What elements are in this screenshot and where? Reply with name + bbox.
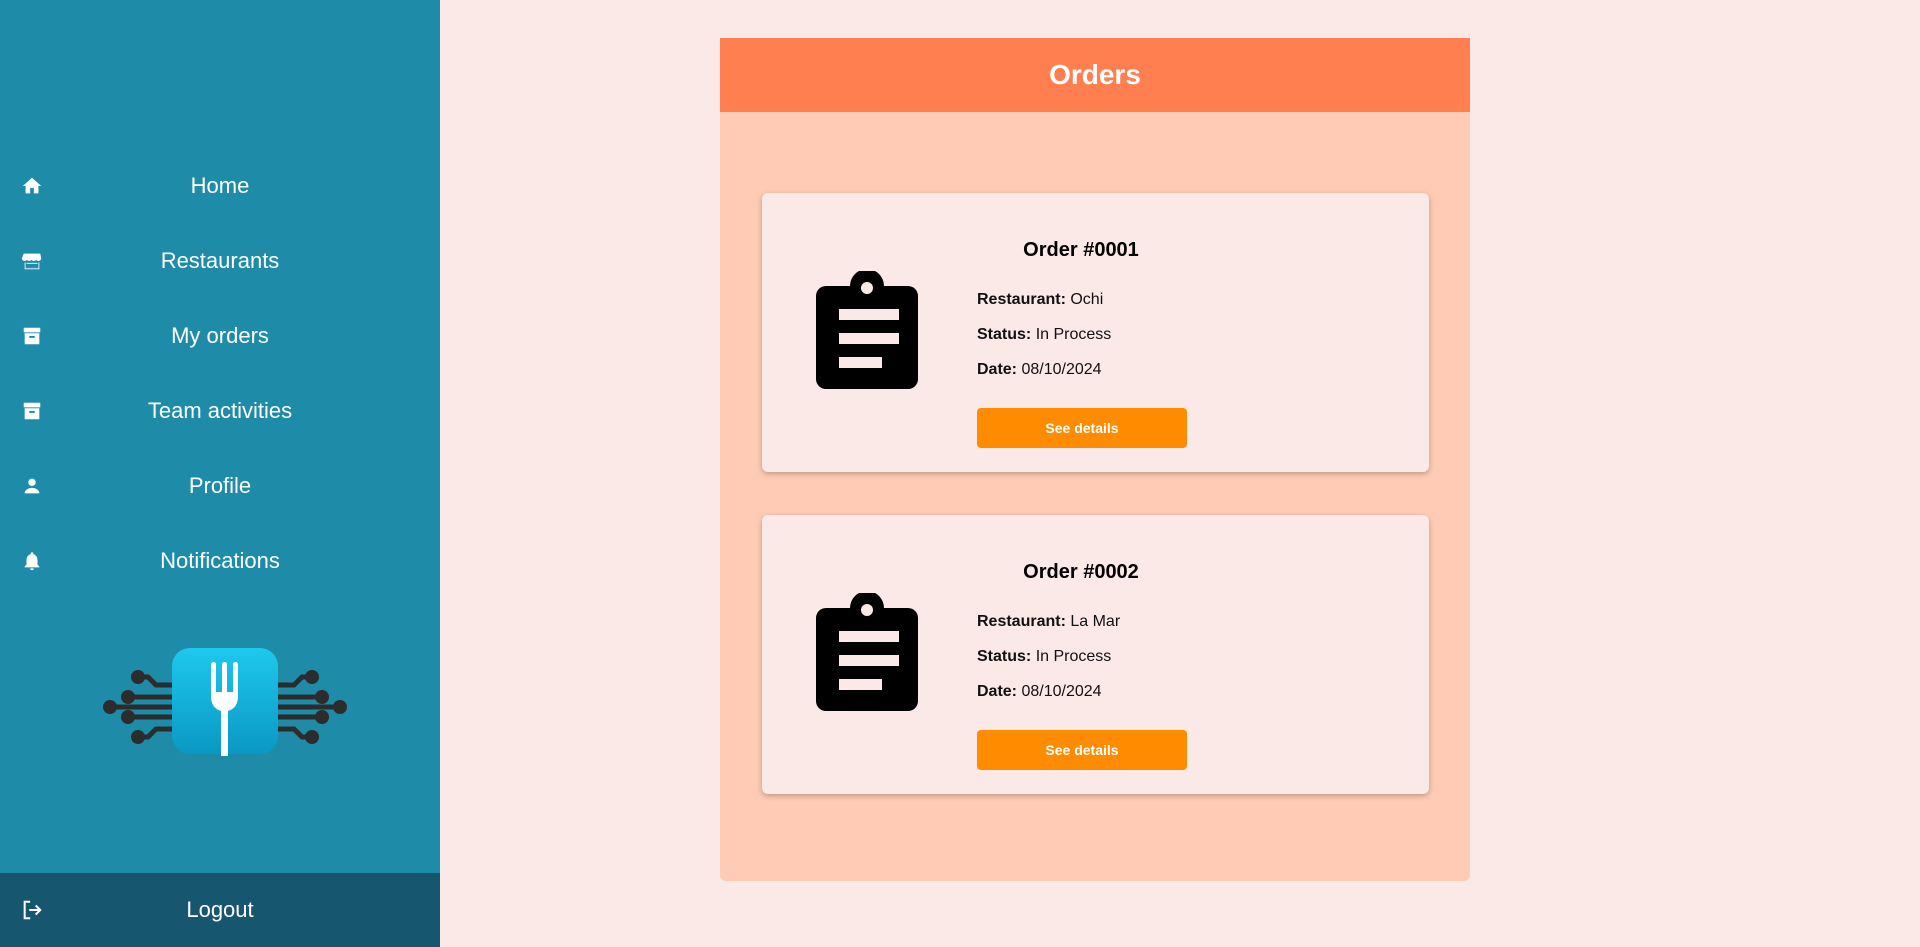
sidebar-item-restaurants[interactable]: Restaurants [0, 223, 440, 298]
sidebar-item-my-orders[interactable]: My orders [0, 298, 440, 373]
home-icon [21, 175, 43, 197]
order-status: Status: In Process [977, 326, 1112, 343]
see-details-button[interactable]: See details [977, 730, 1187, 770]
logout-button[interactable]: Logout [0, 873, 440, 947]
clipboard-icon [812, 591, 922, 713]
order-status: Status: In Process [977, 648, 1112, 665]
sidebar-item-label: Team activities [147, 397, 293, 423]
order-card: Order #0001 Restaurant: Ochi Status: In … [762, 193, 1429, 472]
clipboard-icon [812, 269, 922, 391]
sidebar: Home Restaurants My orders Team activiti… [0, 0, 440, 947]
order-title: Order #0002 [1023, 561, 1139, 583]
order-card: Order #0002 Restaurant: La Mar Status: I… [762, 515, 1429, 794]
sidebar-item-profile[interactable]: Profile [0, 448, 440, 523]
store-icon [21, 250, 43, 272]
logout-icon [21, 899, 43, 921]
person-icon [21, 475, 43, 497]
sidebar-item-notifications[interactable]: Notifications [0, 523, 440, 598]
order-restaurant: Restaurant: La Mar [977, 613, 1121, 630]
logout-label: Logout [186, 897, 254, 922]
orders-panel: Orders Order #0001 Restaurant: Ochi Stat… [720, 38, 1470, 881]
bell-icon [21, 550, 43, 572]
sidebar-item-team-activities[interactable]: Team activities [0, 373, 440, 448]
orders-header: Orders [720, 38, 1470, 112]
order-restaurant: Restaurant: Ochi [977, 291, 1104, 308]
sidebar-item-label: Home [190, 172, 250, 198]
archive-icon [21, 325, 43, 347]
sidebar-item-label: Restaurants [160, 247, 280, 273]
order-title: Order #0001 [1023, 239, 1139, 261]
sidebar-item-label: Profile [188, 472, 252, 498]
archive-icon [21, 400, 43, 422]
order-date: Date: 08/10/2024 [977, 683, 1102, 700]
app-logo [100, 640, 350, 760]
page-title: Orders [1049, 59, 1141, 90]
sidebar-item-label: Notifications [160, 547, 280, 573]
sidebar-item-label: My orders [171, 322, 269, 348]
order-date: Date: 08/10/2024 [977, 361, 1102, 378]
sidebar-item-home[interactable]: Home [0, 148, 440, 223]
see-details-button[interactable]: See details [977, 408, 1187, 448]
